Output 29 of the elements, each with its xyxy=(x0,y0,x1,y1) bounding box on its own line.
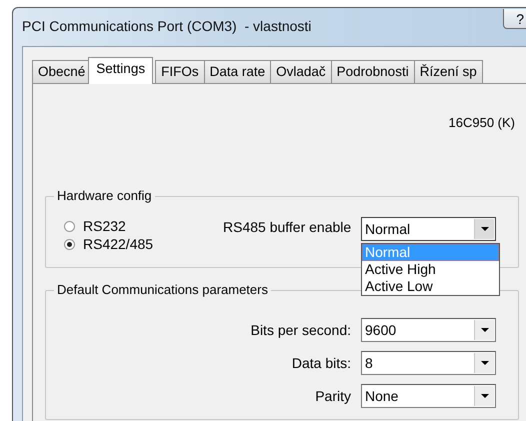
tab[interactable]: Settings xyxy=(88,57,154,84)
radio-button[interactable] xyxy=(64,220,75,232)
caret-icon xyxy=(480,360,488,364)
chip-type-label: 16C950 (K) xyxy=(448,115,515,130)
tab[interactable]: Podrobnosti xyxy=(330,60,415,83)
field-label: Parity xyxy=(315,388,351,404)
dropdown-field[interactable]: 9600 xyxy=(361,318,496,342)
dropdown-option[interactable]: Active High xyxy=(362,261,499,278)
group-title: Hardware config xyxy=(54,188,155,203)
caret-icon xyxy=(480,328,488,332)
caret-icon xyxy=(480,227,488,231)
tab[interactable]: Řízení sp xyxy=(414,60,483,83)
caret-icon xyxy=(480,394,488,398)
tab[interactable]: FIFOs xyxy=(155,60,205,83)
radio-button[interactable] xyxy=(64,238,75,250)
radio-label[interactable]: RS232 xyxy=(83,218,126,234)
group-title: Default Communications parameters xyxy=(54,282,271,297)
field-label: RS485 buffer enable xyxy=(223,219,352,235)
window-title: PCI Communications Port (COM3) - vlastnosti xyxy=(22,18,312,34)
dropdown-field[interactable]: 8 xyxy=(361,350,496,374)
dropdown-field[interactable]: Normal xyxy=(361,217,496,241)
radio-label[interactable]: RS422/485 xyxy=(83,236,154,252)
dropdown-option[interactable]: Active Low xyxy=(362,278,499,295)
tab[interactable]: Ovladač xyxy=(270,60,332,83)
field-label: Bits per second: xyxy=(250,322,351,338)
dropdown-field[interactable]: None xyxy=(361,384,496,408)
tab[interactable]: Data rate xyxy=(204,60,272,83)
help-button[interactable]: ? xyxy=(503,9,526,29)
field-label: Data bits: xyxy=(292,354,351,370)
